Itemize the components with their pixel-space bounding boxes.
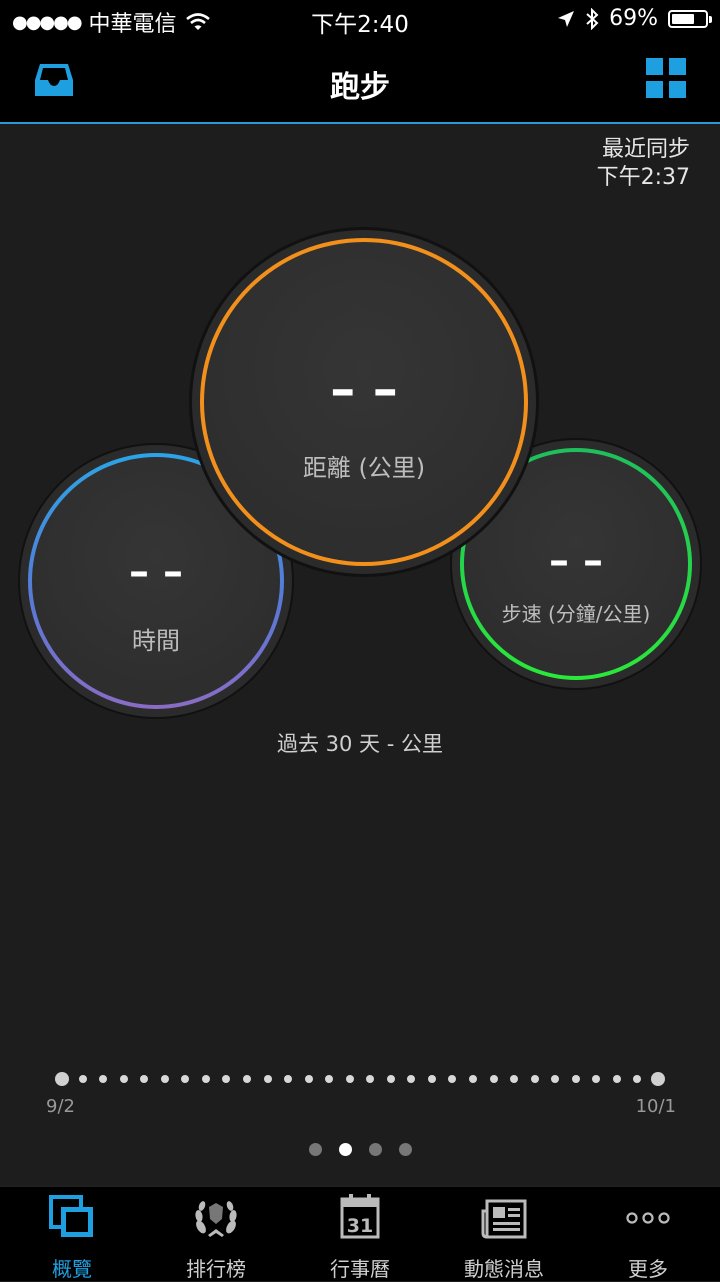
grid-cell [646,81,663,98]
battery-percent: 69% [609,6,658,31]
timeline-dot[interactable] [304,1075,313,1083]
page-dot[interactable] [368,1143,382,1156]
page-title: 跑步 [330,70,390,105]
timeline-dot[interactable] [78,1075,87,1083]
overview-icon [49,1195,93,1237]
tab-label: 概覽 [52,1257,92,1281]
timeline-dot[interactable] [140,1075,149,1083]
timeline-dot[interactable] [386,1075,395,1083]
timeline-dot[interactable] [325,1075,334,1083]
nav-bar: 跑步 [0,40,720,124]
bluetooth-icon [586,7,599,30]
distance-value: – – [330,360,398,418]
pace-label: 步速 (分鐘/公里) [501,602,651,626]
timeline-dot[interactable] [99,1075,108,1083]
page-dot[interactable] [398,1143,412,1156]
battery-nub [709,15,712,23]
distance-stat-circle[interactable]: – – 距離 (公里) [192,230,536,574]
tab-label: 更多 [628,1257,668,1281]
timeline-dot[interactable] [55,1072,69,1086]
timeline-dot[interactable] [263,1075,272,1083]
timeline-dot[interactable] [448,1075,457,1083]
page-dot[interactable] [308,1143,322,1156]
timeline-dot[interactable] [469,1075,478,1083]
timeline-dot[interactable] [510,1075,519,1083]
tab-leaderboard[interactable]: 排行榜 [144,1187,288,1281]
pace-value: – – [549,538,603,584]
period-label: 過去 30 天 - 公里 [276,732,443,756]
tab-label: 行事曆 [330,1257,390,1281]
timeline-dot[interactable] [612,1075,621,1083]
status-right: 69% [557,6,712,31]
timeline-dot[interactable] [345,1075,354,1083]
timeline-dot[interactable] [242,1075,251,1083]
tab-calendar[interactable]: 31 行事曆 [288,1187,432,1281]
tab-more[interactable]: 更多 [576,1187,720,1281]
timeline-dot[interactable] [407,1075,416,1083]
tab-overview[interactable]: 概覽 [0,1187,144,1281]
timeline-dot[interactable] [181,1075,190,1083]
timeline-dot[interactable] [119,1075,128,1083]
timeline-dot[interactable] [651,1072,665,1086]
timeline-dot[interactable] [551,1075,560,1083]
battery-fill [672,13,695,24]
more-icon [626,1212,670,1224]
timeline-dot[interactable] [222,1075,231,1083]
tab-label: 排行榜 [186,1257,246,1281]
laurel-icon [195,1201,237,1237]
timeline-end-label: 10/1 [635,1096,676,1117]
page-dot[interactable] [338,1143,352,1156]
status-bar: ●●●●● 中華電信 下午2:40 69% [0,0,720,40]
battery-icon [668,9,712,28]
timeline-dot[interactable] [489,1075,498,1083]
timeline-dot[interactable] [427,1075,436,1083]
timeline-dot[interactable] [284,1075,293,1083]
calendar-icon: 31 [340,1194,380,1239]
distance-label: 距離 (公里) [302,454,426,482]
calendar-icon-day: 31 [347,1215,373,1237]
page-indicator[interactable] [0,1143,720,1156]
time-value: – – [129,549,183,595]
timeline-dot[interactable] [592,1075,601,1083]
location-arrow-icon [558,10,575,27]
grid-cell [669,81,686,98]
timeline-dot[interactable] [201,1075,210,1083]
tab-label: 動態消息 [464,1257,544,1281]
time-label: 時間 [132,627,180,655]
grid-cell [646,58,663,75]
last-sync-time: 下午2:37 [596,165,690,190]
timeline-track[interactable] [55,1071,665,1087]
grid-icon[interactable] [646,58,686,98]
last-sync-label: 最近同步 [601,137,690,162]
timeline-start-label: 9/2 [46,1096,75,1117]
timeline-dot[interactable] [633,1075,642,1083]
timeline-dot[interactable] [571,1075,580,1083]
tab-bar: 概覽 排行榜 31 行事曆 動態消息 更多 [0,1186,720,1281]
timeline-dot[interactable] [160,1075,169,1083]
newspaper-icon [481,1199,527,1239]
tab-news-feed[interactable]: 動態消息 [432,1187,576,1281]
last-sync: 最近同步 下午2:37 [597,136,690,192]
timeline-dot[interactable] [530,1075,539,1083]
grid-cell [669,58,686,75]
timeline-dot[interactable] [366,1075,375,1083]
